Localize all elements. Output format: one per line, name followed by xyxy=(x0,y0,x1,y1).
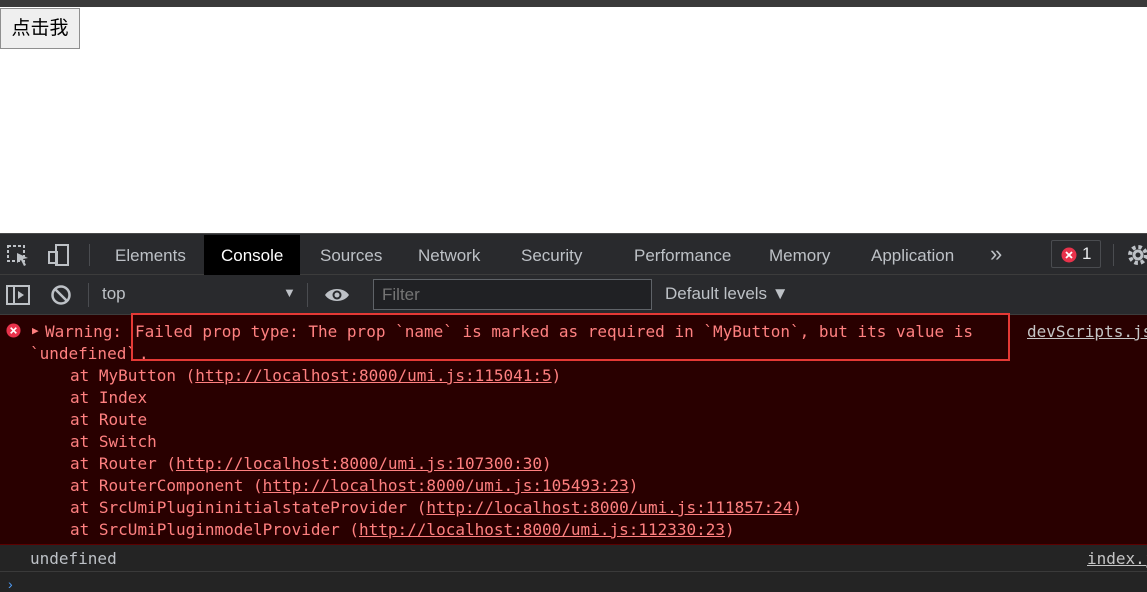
stack-frame-link[interactable]: http://localhost:8000/umi.js:115041:5 xyxy=(195,366,551,385)
log-value: undefined xyxy=(30,549,117,568)
error-icon xyxy=(1061,247,1077,263)
console-prompt-icon[interactable]: › xyxy=(8,576,13,592)
stack-frame-link[interactable]: http://localhost:8000/umi.js:105493:23 xyxy=(263,476,629,495)
stack-frame-link[interactable]: http://localhost:8000/umi.js:112330:23 xyxy=(359,520,725,539)
stack-frame: at MyButton (http://localhost:8000/umi.j… xyxy=(70,366,562,385)
error-count-badge[interactable]: 1 xyxy=(1051,240,1101,268)
browser-top-bar xyxy=(0,0,1147,7)
highlight-annotation-box xyxy=(131,313,1010,361)
devtools-tab-bar: Elements Console Sources Network Securit… xyxy=(0,233,1147,275)
warning-prefix: Warning: xyxy=(45,322,132,341)
tab-sources[interactable]: Sources xyxy=(320,235,382,275)
device-toolbar-icon[interactable] xyxy=(47,243,71,267)
error-message-undefined: `undefined` xyxy=(30,344,136,363)
stack-frame: at Index xyxy=(70,388,148,407)
inspect-element-icon[interactable] xyxy=(7,245,31,267)
stack-frame: at Route xyxy=(70,410,148,429)
console-toolbar: top ▼ Default levels ▼ xyxy=(0,275,1147,315)
stack-frame-link[interactable]: http://localhost:8000/umi.js:107300:30 xyxy=(176,454,542,473)
tab-memory[interactable]: Memory xyxy=(769,235,830,275)
error-icon xyxy=(6,323,21,338)
chevron-down-icon[interactable]: ▼ xyxy=(283,285,296,300)
console-log-row: undefined index.js xyxy=(0,545,1147,572)
source-link-index[interactable]: index.js xyxy=(1087,549,1147,568)
filter-input[interactable] xyxy=(373,279,652,310)
tab-network[interactable]: Network xyxy=(418,235,480,275)
click-me-button[interactable]: 点击我 xyxy=(0,8,80,49)
tab-console[interactable]: Console xyxy=(204,235,301,275)
tab-performance[interactable]: Performance xyxy=(634,235,731,275)
toolbar-separator xyxy=(307,283,308,307)
stack-frame: at SrcUmiPlugininitialstateProvider (htt… xyxy=(70,498,803,517)
toolbar-separator xyxy=(1113,244,1114,266)
stack-frame: at RouterComponent (http://localhost:800… xyxy=(70,476,639,495)
toolbar-separator xyxy=(89,244,90,266)
live-expression-eye-icon[interactable] xyxy=(324,287,350,303)
more-tabs-icon[interactable]: » xyxy=(990,233,1002,273)
expand-triangle-icon[interactable]: ▶ xyxy=(32,324,39,337)
tab-elements[interactable]: Elements xyxy=(115,235,186,275)
clear-console-icon[interactable] xyxy=(50,284,72,306)
tab-application[interactable]: Application xyxy=(871,235,954,275)
source-link-devscripts[interactable]: devScripts.js xyxy=(1027,322,1147,341)
settings-gear-icon[interactable] xyxy=(1127,244,1147,266)
show-sidebar-icon[interactable] xyxy=(6,285,30,305)
stack-frame: at SrcUmiPluginmodelProvider (http://loc… xyxy=(70,520,735,539)
toolbar-separator xyxy=(88,283,89,307)
stack-frame-link[interactable]: http://localhost:8000/umi.js:111857:24 xyxy=(426,498,792,517)
stack-frame: at Router (http://localhost:8000/umi.js:… xyxy=(70,454,552,473)
stack-frame: at Switch xyxy=(70,432,157,451)
error-count: 1 xyxy=(1082,244,1092,263)
log-levels-dropdown[interactable]: Default levels ▼ xyxy=(665,284,789,304)
devtools-panel: Elements Console Sources Network Securit… xyxy=(0,233,1147,592)
context-selector[interactable]: top xyxy=(102,284,126,304)
tab-security[interactable]: Security xyxy=(521,235,582,275)
